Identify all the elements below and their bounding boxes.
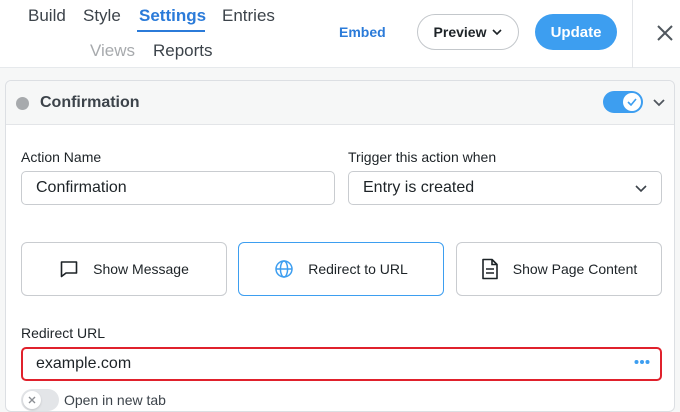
redirect-to-url-label: Redirect to URL	[308, 261, 408, 277]
show-message-label: Show Message	[93, 261, 189, 277]
action-name-label: Action Name	[21, 149, 102, 165]
tab-settings[interactable]: Settings	[139, 6, 206, 26]
active-tab-indicator	[137, 30, 205, 32]
x-icon	[28, 396, 36, 404]
settings-panel: Confirmation Action Name Confirmation Tr…	[0, 68, 680, 412]
action-name-input[interactable]: Confirmation	[21, 171, 335, 205]
redirect-url-input[interactable]: example.com	[21, 347, 662, 381]
globe-icon	[275, 260, 293, 278]
action-enabled-toggle[interactable]	[603, 91, 643, 113]
tab-build[interactable]: Build	[28, 6, 66, 26]
preview-button[interactable]: Preview	[417, 14, 519, 50]
more-options-icon[interactable]	[634, 359, 650, 365]
chevron-down-icon	[635, 185, 647, 193]
trigger-select[interactable]: Entry is created	[348, 171, 662, 205]
embed-link[interactable]: Embed	[339, 24, 386, 40]
tab-reports[interactable]: Reports	[153, 41, 213, 61]
action-title: Confirmation	[40, 94, 140, 111]
chevron-down-icon	[492, 29, 503, 36]
message-icon	[60, 261, 78, 278]
confirmation-action-card: Confirmation Action Name Confirmation Tr…	[5, 80, 675, 412]
toggle-knob	[23, 391, 41, 409]
trigger-label: Trigger this action when	[348, 149, 497, 165]
update-button[interactable]: Update	[535, 14, 617, 50]
show-message-option[interactable]: Show Message	[21, 242, 227, 296]
close-icon[interactable]	[652, 20, 678, 46]
toggle-knob	[623, 93, 641, 111]
redirect-to-url-option[interactable]: Redirect to URL	[238, 242, 444, 296]
action-card-header[interactable]: Confirmation	[6, 81, 674, 125]
tab-style[interactable]: Style	[83, 6, 121, 26]
show-page-content-option[interactable]: Show Page Content	[456, 242, 662, 296]
open-new-tab-label: Open in new tab	[64, 392, 166, 408]
tab-entries[interactable]: Entries	[222, 6, 275, 26]
document-icon	[481, 258, 498, 280]
status-dot-icon	[16, 97, 29, 110]
open-new-tab-toggle[interactable]	[21, 389, 59, 411]
show-page-content-label: Show Page Content	[512, 261, 638, 277]
preview-button-label: Preview	[433, 24, 487, 40]
redirect-url-label: Redirect URL	[21, 325, 106, 341]
trigger-selected-value: Entry is created	[363, 179, 475, 196]
builder-header: Build Style Settings Entries Views Repor…	[0, 0, 680, 68]
chevron-down-icon[interactable]	[651, 94, 667, 110]
redirect-url-value: example.com	[36, 355, 132, 372]
header-divider	[632, 0, 633, 68]
tab-views[interactable]: Views	[90, 41, 135, 61]
checkmark-icon	[627, 98, 637, 106]
